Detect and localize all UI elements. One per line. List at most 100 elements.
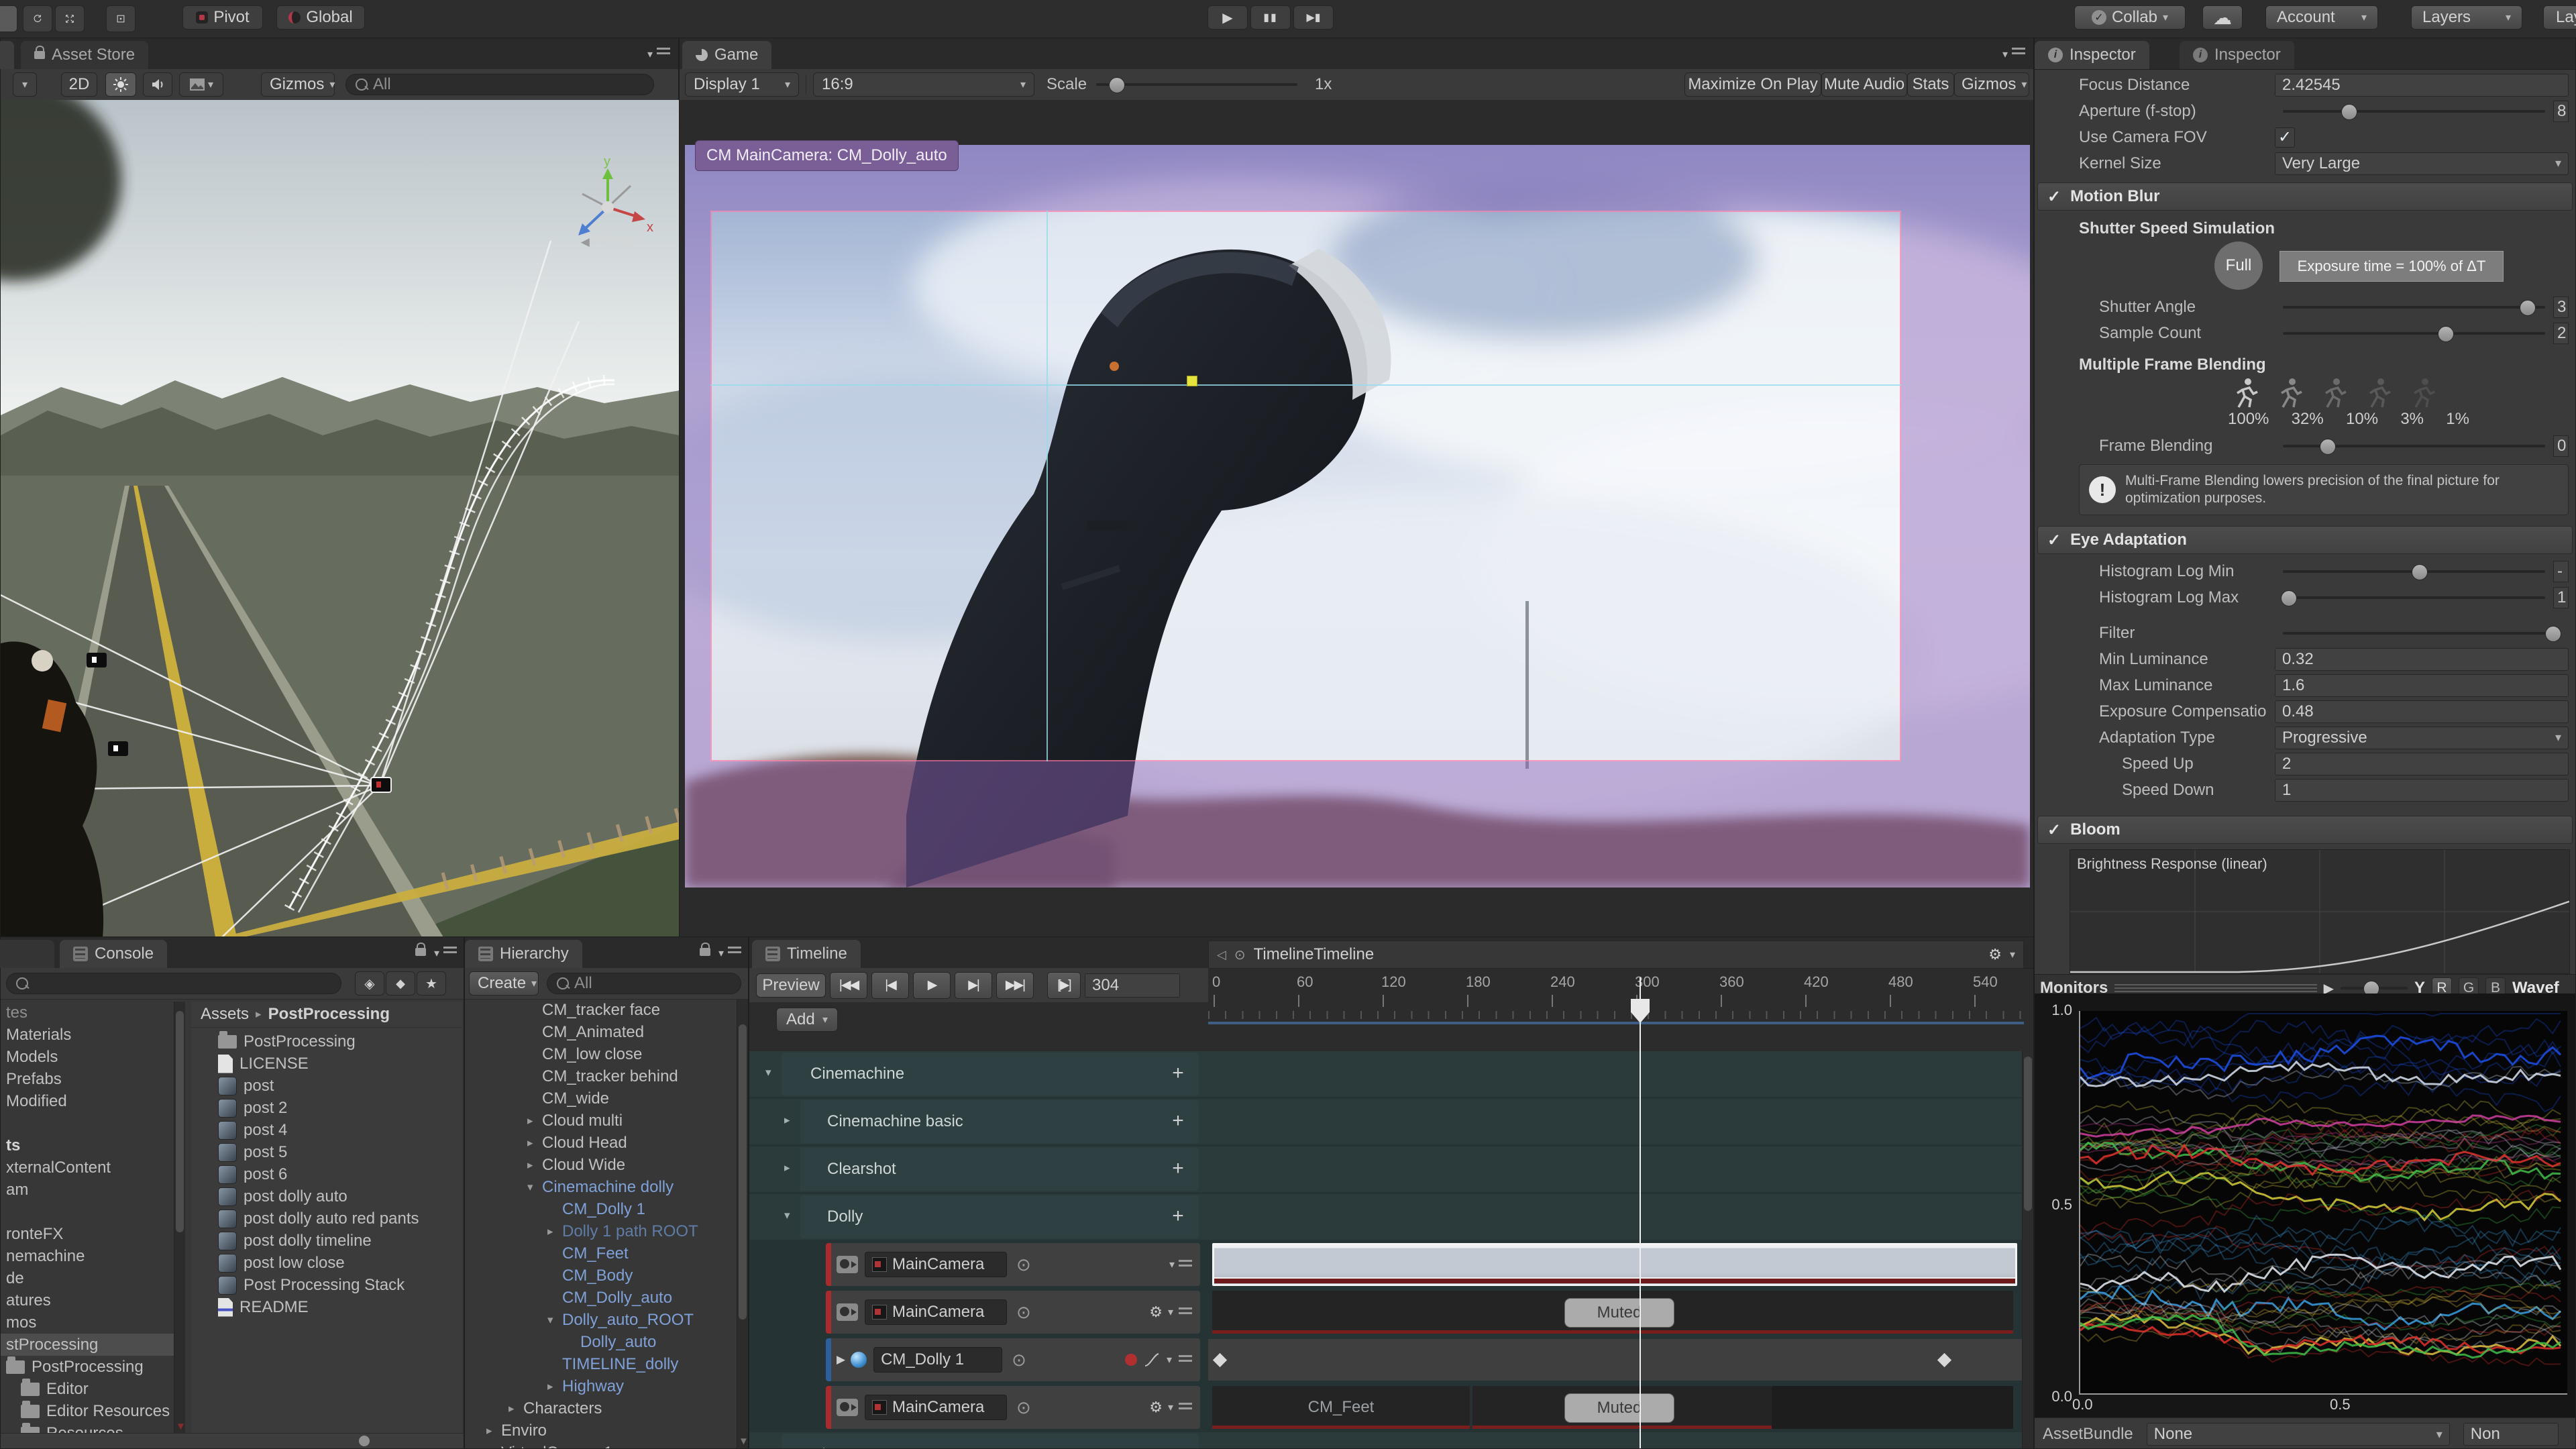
timeline-ruler[interactable]: 0 60 120 180 240 300 360 420 480 540 xyxy=(1208,973,2024,1051)
lighting-toggle-button[interactable] xyxy=(105,72,136,97)
play-button[interactable]: ▶ xyxy=(1208,5,1248,30)
hierarchy-item[interactable]: ▸ Cloud Wide xyxy=(465,1154,736,1176)
step-button[interactable]: ▶▮ xyxy=(1293,5,1334,30)
project-file-item[interactable]: Post Processing Stack xyxy=(191,1274,462,1296)
expand-arrow-icon[interactable]: ▸ xyxy=(527,1136,542,1150)
record-toggle-icon[interactable]: ⊙ xyxy=(1234,947,1246,963)
record-dot-icon[interactable] xyxy=(1124,1354,1137,1366)
cloud-button[interactable]: ☁ xyxy=(2202,5,2243,30)
timeline-clip-selected[interactable] xyxy=(1212,1243,2017,1286)
motion-blur-section-header[interactable]: ✓ Motion Blur xyxy=(2037,182,2573,211)
rect-tool-button[interactable] xyxy=(106,5,136,32)
expand-arrow-icon[interactable]: ▾ xyxy=(784,1209,790,1222)
track-menu-icon[interactable]: ⚙ ▾ xyxy=(1149,1303,1192,1321)
expand-arrow-icon[interactable]: ▸ xyxy=(527,1114,542,1128)
focus-distance-field[interactable]: 2.42545 xyxy=(2275,73,2569,97)
animation-track-row[interactable]: MainCamera ⊙ ▾ xyxy=(749,1242,2033,1287)
hierarchy-item[interactable]: ▸ Dolly 1 path ROOT xyxy=(465,1220,736,1242)
min-luminance-field[interactable]: 0.32 xyxy=(2275,647,2569,671)
hierarchy-item[interactable]: CM_tracker face xyxy=(465,999,736,1021)
scale-tool-button[interactable] xyxy=(55,5,85,32)
tab-scene-stub[interactable] xyxy=(0,41,14,69)
playhead-line[interactable] xyxy=(1640,977,1641,1448)
tab-timeline[interactable]: Timeline xyxy=(752,940,861,968)
check-icon[interactable]: ✓ xyxy=(2047,820,2061,840)
project-file-item[interactable]: post low close xyxy=(191,1252,462,1274)
game-gizmos-dropdown[interactable]: Gizmos ▾ xyxy=(1954,72,2029,97)
project-file-item[interactable]: post 4 xyxy=(191,1119,462,1141)
project-folder-item[interactable]: Resources xyxy=(1,1422,174,1434)
game-viewport[interactable] xyxy=(685,145,2030,888)
expand-arrow-icon[interactable]: ▸ xyxy=(784,1161,790,1175)
project-folder-item[interactable]: Editor Resources xyxy=(1,1400,174,1422)
histogram-log-max-slider[interactable] xyxy=(2280,590,2545,606)
display-dropdown[interactable]: Display 1 ▾ xyxy=(685,72,799,97)
track-menu-icon[interactable]: ▾ xyxy=(1169,1258,1192,1271)
hierarchy-item[interactable]: CM_wide xyxy=(465,1087,736,1110)
panel-menu-icon[interactable]: ▾ xyxy=(647,48,670,61)
track-binding-field[interactable]: MainCamera xyxy=(865,1252,1007,1277)
aperture-value[interactable]: 8 xyxy=(2553,100,2569,122)
project-tree-scrollbar[interactable]: ▼ xyxy=(174,1002,186,1434)
group-header[interactable]: Dolly xyxy=(800,1195,1199,1238)
timeline-asset-name[interactable]: TimelineTimeline xyxy=(1254,945,1375,964)
expand-arrow-icon[interactable]: ▾ xyxy=(765,1066,771,1079)
asset-bundle-variant-dropdown[interactable]: Non xyxy=(2463,1423,2559,1446)
track-header[interactable]: MainCamera ⊙ ▾ xyxy=(826,1243,1200,1286)
tab-stub[interactable] xyxy=(0,940,54,968)
target-picker-icon[interactable]: ⊙ xyxy=(1016,1397,1031,1418)
project-folder-item[interactable]: Models xyxy=(1,1046,174,1068)
expand-arrow-icon[interactable]: ▸ xyxy=(547,1380,562,1393)
group-header[interactable]: Cinemachine xyxy=(782,1053,1199,1095)
rotate-tool-button[interactable] xyxy=(23,5,52,32)
expand-arrow-icon[interactable]: ▸ xyxy=(547,1225,562,1238)
play-range-button[interactable]: [▶] xyxy=(1047,971,1081,999)
project-folder-item[interactable]: Editor xyxy=(1,1378,174,1400)
shot-marker[interactable] xyxy=(1937,1352,1952,1368)
back-icon[interactable]: ◁ xyxy=(1217,948,1226,962)
effects-dropdown-button[interactable]: ▾ xyxy=(179,72,223,97)
caret-down-icon[interactable]: ▾ xyxy=(2010,948,2015,961)
mute-audio-button[interactable]: Mute Audio xyxy=(1821,72,1907,97)
hierarchy-item[interactable]: VirtualCamera1 xyxy=(465,1442,736,1449)
project-folder-item[interactable]: am xyxy=(1,1179,174,1201)
tab-game[interactable]: Game xyxy=(682,41,772,69)
search-by-type-button[interactable]: ◈ xyxy=(355,971,384,996)
hierarchy-item[interactable]: CM_Dolly_auto xyxy=(465,1287,736,1309)
go-to-start-button[interactable]: |◀◀ xyxy=(830,971,867,999)
asset-bundle-dropdown[interactable]: None xyxy=(2146,1423,2450,1446)
full-shutter-dial[interactable]: Full xyxy=(2214,241,2263,290)
thumbnail-size-slider[interactable] xyxy=(359,1436,370,1446)
eye-adaptation-section-header[interactable]: ✓ Eye Adaptation xyxy=(2037,526,2573,554)
expand-arrow-icon[interactable]: ▸ xyxy=(527,1159,542,1172)
scroll-down-icon[interactable]: ▼ xyxy=(176,1421,186,1432)
project-breadcrumb[interactable]: Assets ▸ PostProcessing xyxy=(191,1002,462,1028)
project-file-item[interactable]: post dolly auto xyxy=(191,1185,462,1208)
use-camera-fov-checkbox[interactable]: ✓ xyxy=(2275,127,2295,148)
pivot-button[interactable]: Pivot xyxy=(182,5,263,30)
timeline-clip-muted[interactable]: Muted xyxy=(1212,1291,2013,1334)
track-binding-field[interactable]: MainCamera xyxy=(865,1299,1007,1325)
project-folder-item[interactable]: mos xyxy=(1,1311,174,1334)
expand-arrow-icon[interactable]: ▾ xyxy=(547,1313,562,1327)
project-folder-item[interactable]: Materials xyxy=(1,1024,174,1046)
track-group-row[interactable]: ▾ Cinemachine + xyxy=(749,1051,2033,1097)
project-file-item[interactable]: post 6 xyxy=(191,1163,462,1185)
settings-gear-icon[interactable]: ⚙ xyxy=(1988,946,2002,963)
hierarchy-item[interactable]: ▸ Highway xyxy=(465,1375,736,1397)
project-file-item[interactable]: post 5 xyxy=(191,1141,462,1163)
expand-arrow-icon[interactable]: ▸ xyxy=(486,1424,501,1438)
shading-dropdown[interactable]: ▾ xyxy=(13,72,37,97)
global-button[interactable]: Global xyxy=(276,5,365,30)
group-header[interactable]: Cinemachine basic xyxy=(800,1100,1199,1143)
histogram-log-min-slider[interactable] xyxy=(2283,564,2545,580)
timeline-clip-empty[interactable] xyxy=(1772,1386,2013,1429)
shot-marker[interactable] xyxy=(1212,1352,1228,1368)
scene-viewport[interactable]: yx ◀ Persp xyxy=(1,100,680,937)
previous-frame-button[interactable]: |◀ xyxy=(871,971,909,999)
go-to-end-button[interactable]: ▶▶| xyxy=(996,971,1034,999)
hierarchy-item[interactable]: ▸ Enviro xyxy=(465,1419,736,1442)
2d-toggle-button[interactable]: 2D xyxy=(61,72,97,97)
project-folder-item[interactable]: de xyxy=(1,1267,174,1289)
project-folder-item[interactable]: tes xyxy=(1,1002,174,1024)
